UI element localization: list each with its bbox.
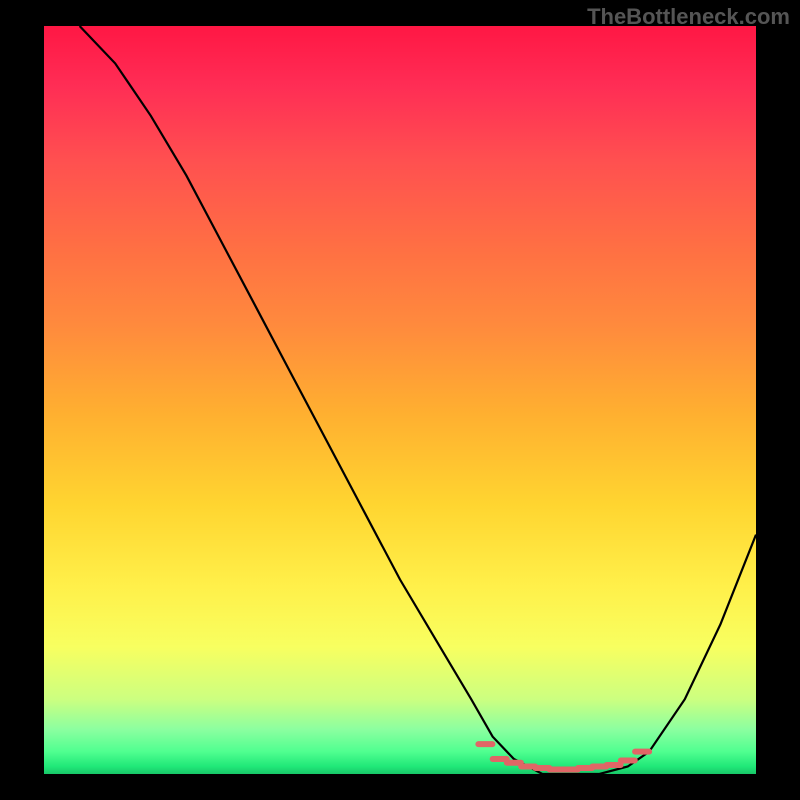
watermark-text: TheBottleneck.com bbox=[587, 4, 790, 30]
chart-container: TheBottleneck.com bbox=[0, 0, 800, 800]
chart-svg bbox=[44, 26, 756, 774]
bottleneck-curve-line bbox=[80, 26, 756, 774]
plot-area bbox=[44, 26, 756, 774]
